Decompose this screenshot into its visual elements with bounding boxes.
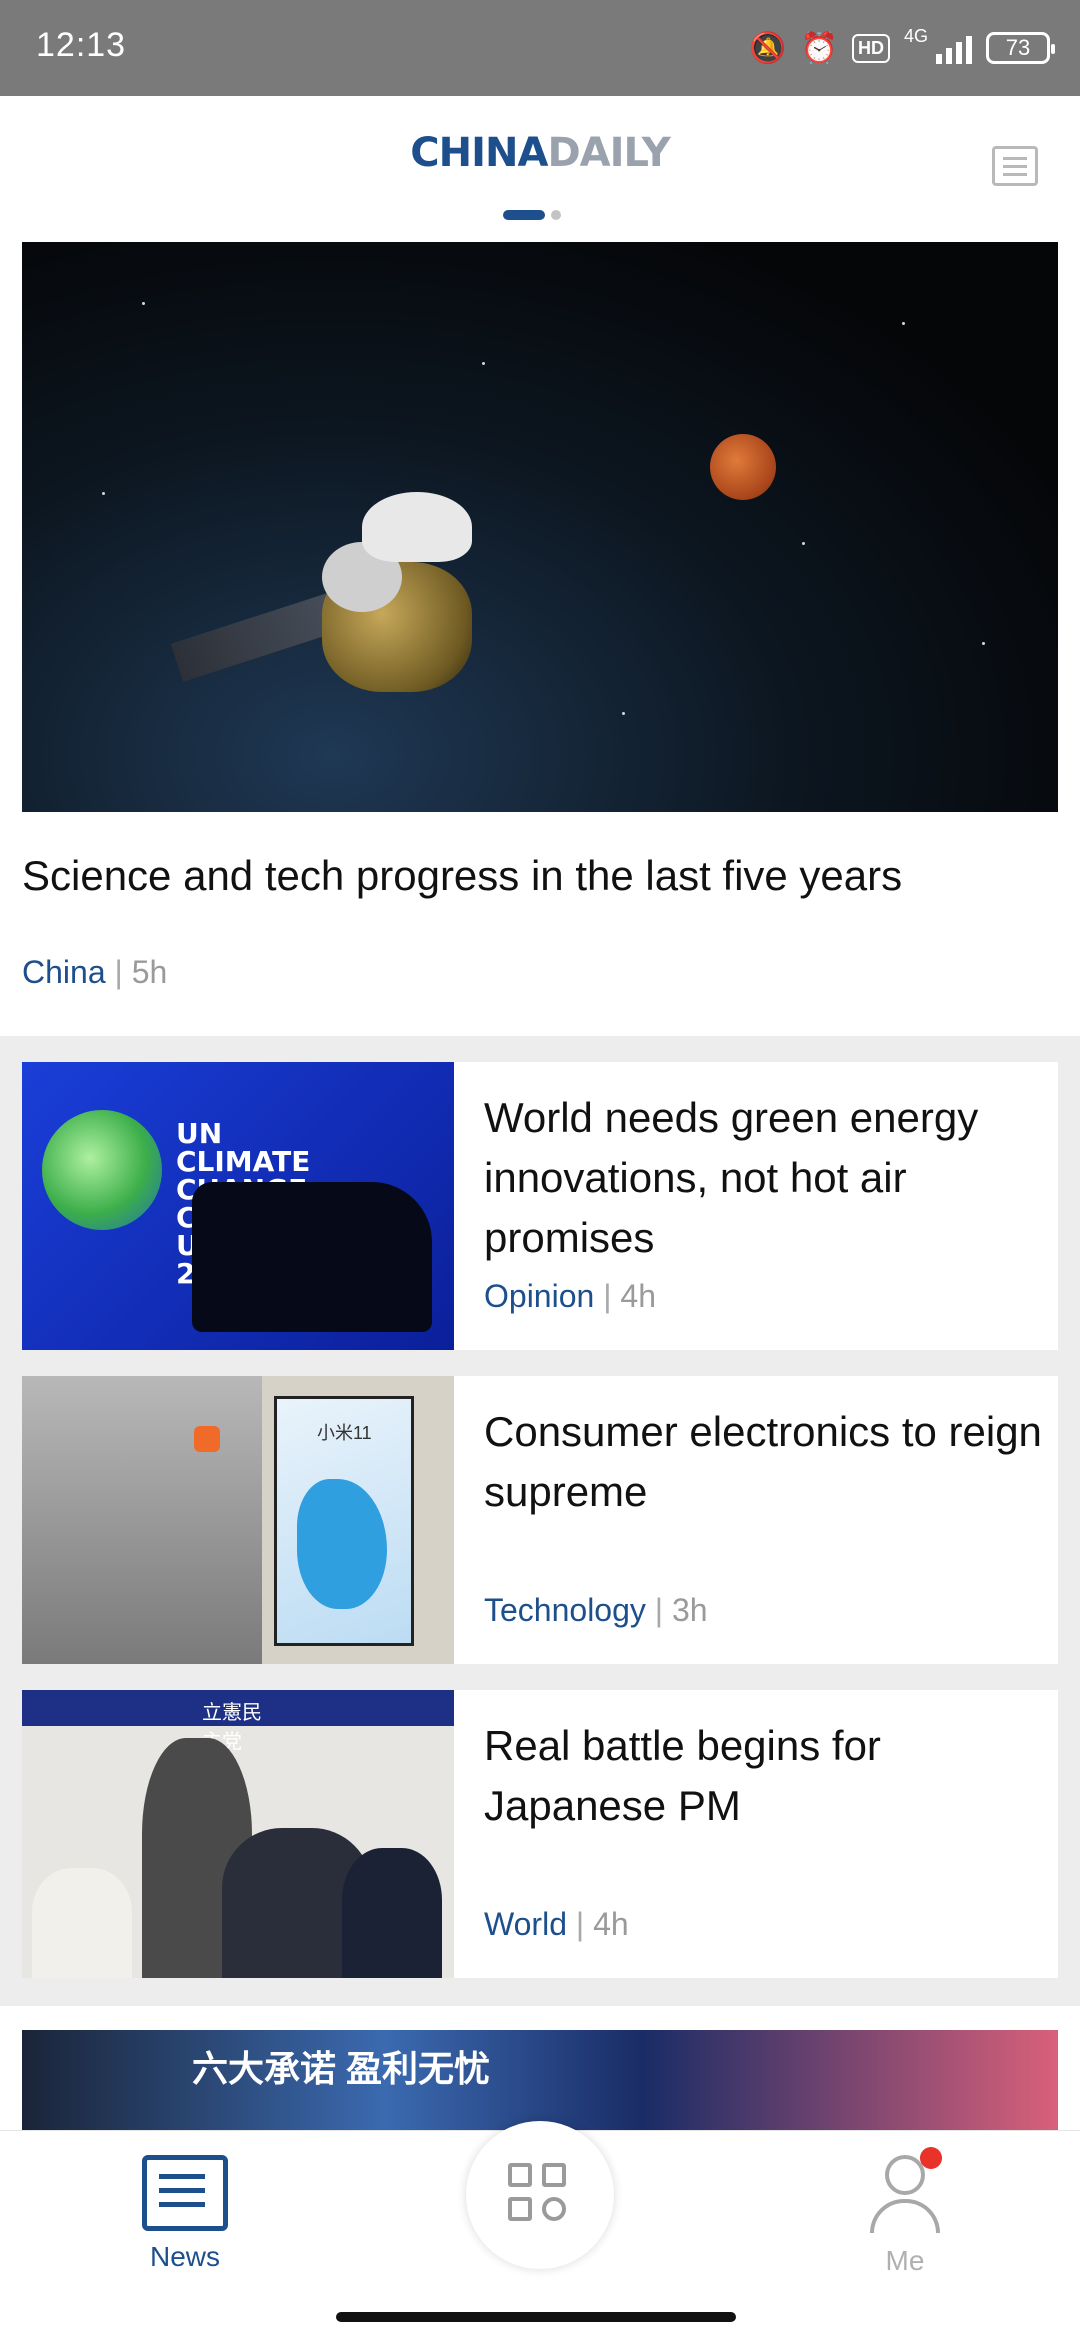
tab-me-label: Me (885, 2245, 925, 2276)
battery-icon: 73 (986, 32, 1055, 64)
article-category[interactable]: Technology (484, 1592, 646, 1628)
news-icon (142, 2155, 228, 2231)
carousel-dot-active (503, 210, 545, 220)
bottom-tab-bar: News Me (0, 2121, 1080, 2340)
article-card[interactable]: UN CLIMATE CHANGE CONFERENCE UK 2021 Wor… (22, 1062, 1058, 1350)
user-icon (870, 2147, 942, 2235)
battery-level: 73 (1005, 35, 1031, 60)
status-bar: 12:13 🔕 ⏰ HD 4G 73 (0, 0, 1080, 96)
tab-me[interactable]: Me (840, 2147, 970, 2277)
article-age: 3h (671, 1592, 708, 1628)
tab-news-label: News (149, 2241, 220, 2272)
hero-category[interactable]: China (22, 954, 106, 990)
tab-news[interactable]: News (120, 2155, 250, 2273)
article-category[interactable]: Opinion (484, 1278, 594, 1314)
article-meta: World | 4h (484, 1906, 629, 1942)
hero-title[interactable]: Science and tech progress in the last fi… (22, 852, 902, 900)
article-title[interactable]: World needs green energy innovations, no… (484, 1088, 1044, 1268)
article-thumbnail[interactable]: 小米11 (22, 1376, 454, 1664)
article-meta: Opinion | 4h (484, 1278, 656, 1314)
camera-silhouette (192, 1182, 432, 1332)
article-card[interactable]: 小米11 Consumer electronics to reign supre… (22, 1376, 1058, 1664)
article-title[interactable]: Consumer electronics to reign supreme (484, 1402, 1044, 1522)
notification-dot (920, 2147, 942, 2169)
article-meta: Technology | 3h (484, 1592, 708, 1628)
globe-graphic (42, 1110, 162, 1230)
phone-ad-label: 小米11 (317, 1423, 372, 1443)
china-daily-logo: CHINADAILY (410, 130, 670, 176)
network-type-label: 4G (903, 25, 928, 46)
hero-image[interactable] (22, 242, 1058, 812)
article-age: 4h (593, 1906, 629, 1942)
expo-sign: 六大承诺 盈利无忧 (192, 2048, 491, 2089)
carousel-indicator (503, 210, 561, 220)
article-title[interactable]: Real battle begins for Japanese PM (484, 1716, 1044, 1836)
newspaper-icon[interactable] (992, 146, 1038, 186)
alarm-icon: ⏰ (800, 31, 838, 65)
article-card[interactable]: 立憲民主党 Real battle begins for Japanese PM… (22, 1690, 1058, 1978)
store-scene (22, 1376, 262, 1664)
signal-icon (936, 32, 972, 64)
status-time: 12:13 (36, 26, 127, 64)
hero-age: 5h (131, 954, 168, 990)
home-indicator[interactable] (336, 2312, 736, 2322)
article-thumbnail[interactable]: UN CLIMATE CHANGE CONFERENCE UK 2021 (22, 1062, 454, 1350)
explore-button[interactable] (466, 2121, 614, 2269)
article-thumbnail[interactable]: 立憲民主党 (22, 1690, 454, 1978)
mars-planet (710, 434, 776, 500)
phone-advert: 小米11 (274, 1396, 414, 1646)
carousel-dot (551, 210, 561, 220)
party-banner: 立憲民主党 (22, 1690, 454, 1753)
mute-icon: 🔕 (749, 31, 787, 65)
hero-meta: China | 5h (22, 954, 168, 990)
grid-search-icon (508, 2163, 572, 2227)
article-age: 4h (620, 1278, 656, 1314)
hero-article[interactable]: Science and tech progress in the last fi… (0, 242, 1080, 1036)
mi-logo (194, 1426, 220, 1452)
app-header: CHINADAILY (0, 96, 1080, 242)
hd-icon: HD (851, 33, 890, 63)
article-category[interactable]: World (484, 1906, 567, 1942)
status-icons: 🔕 ⏰ HD 4G 73 (749, 24, 1055, 72)
